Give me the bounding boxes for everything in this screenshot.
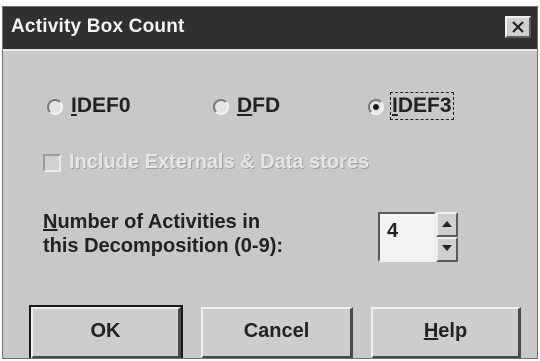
radio-idef3-label[interactable]: IDEF3 (390, 92, 454, 120)
spin-up-button[interactable] (436, 212, 458, 237)
include-externals-checkbox-box[interactable] (43, 154, 61, 172)
radio-dfd-indicator[interactable] (213, 99, 229, 115)
radio-dfd-label[interactable]: DFD (237, 94, 280, 118)
radio-idef0-indicator[interactable] (47, 99, 63, 115)
methodology-radio-group: IDEF0 DFD IDEF3 (3, 92, 537, 123)
close-button[interactable] (505, 16, 531, 38)
cancel-button[interactable]: Cancel (201, 307, 353, 358)
arrow-up-icon (442, 221, 452, 227)
close-x-icon (512, 21, 524, 33)
title-bar[interactable]: Activity Box Count (3, 7, 537, 51)
arrow-down-icon (442, 245, 452, 251)
radio-idef0-label[interactable]: IDEF0 (71, 94, 131, 118)
include-externals-label: Include Externals & Data stores (69, 151, 370, 173)
activity-box-count-dialog: Activity Box Count IDEF0 DFD IDEF3 Inclu… (2, 6, 538, 359)
ok-button[interactable]: OK (29, 305, 183, 358)
radio-idef3-indicator[interactable] (368, 99, 384, 115)
activity-count-label: Number of Activities in this Decompositi… (43, 211, 284, 257)
window-title: Activity Box Count (11, 16, 185, 37)
activity-count-input[interactable]: 4 (378, 212, 436, 262)
help-button[interactable]: Help (371, 307, 521, 358)
spin-down-button[interactable] (436, 237, 458, 262)
